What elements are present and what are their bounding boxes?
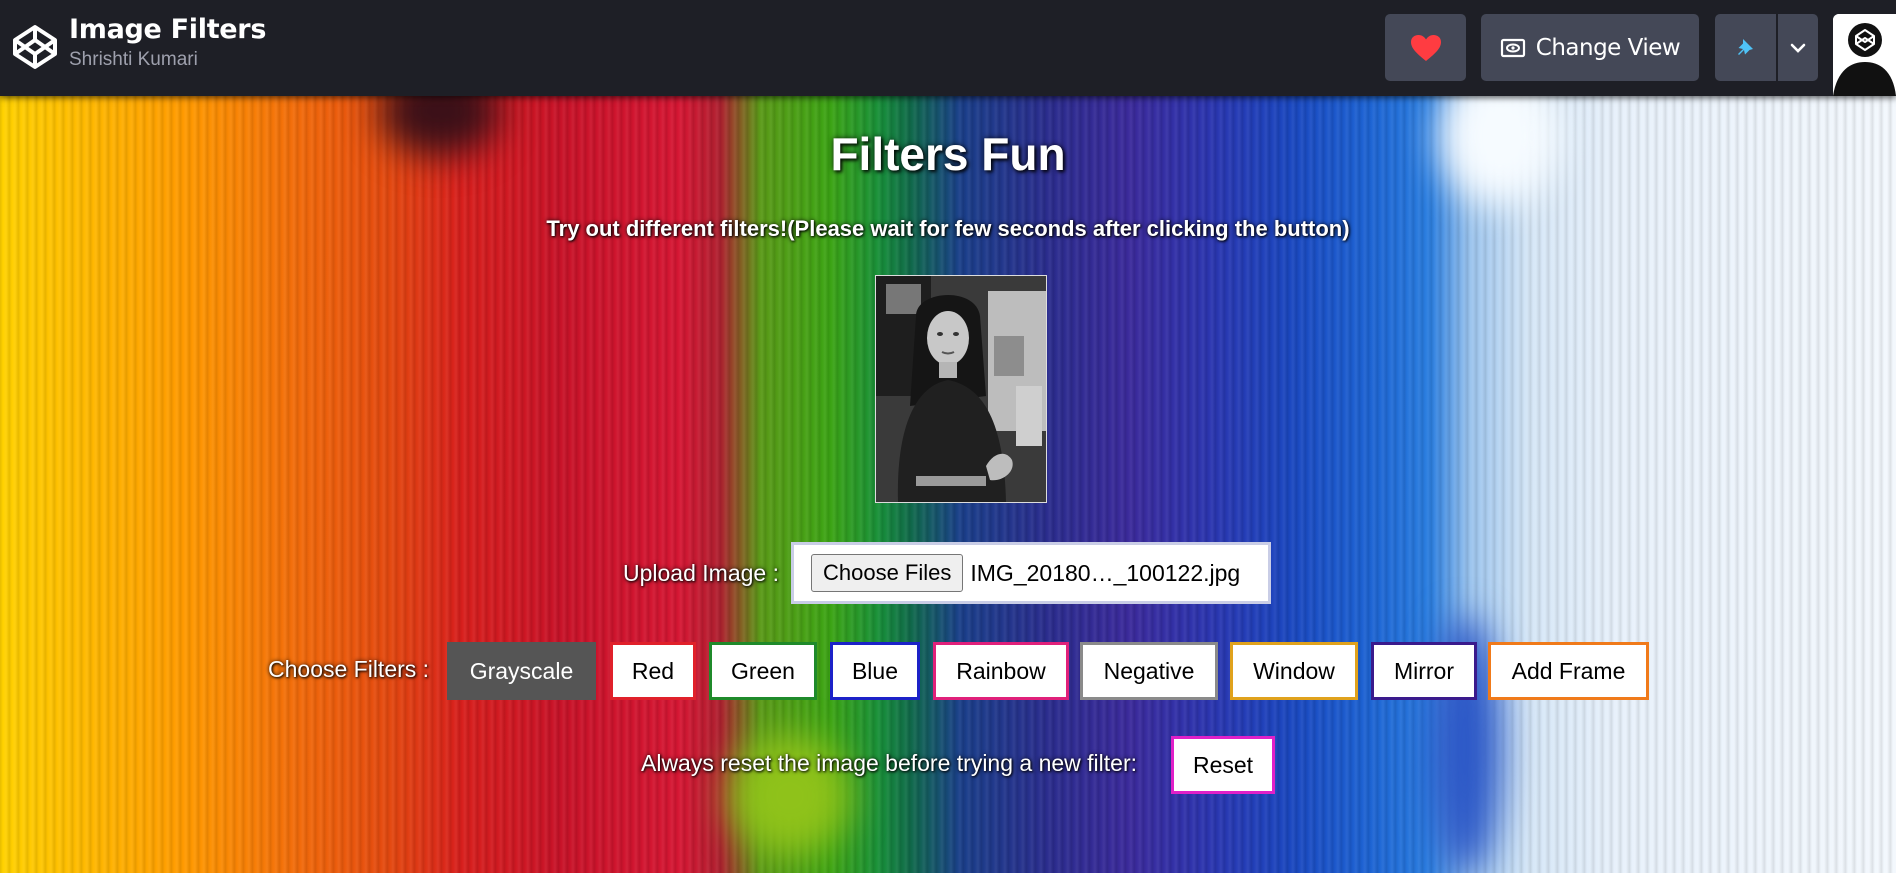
preview-photo (876, 276, 1046, 502)
filter-button-green[interactable]: Green (709, 642, 817, 700)
chevron-down-icon (1790, 43, 1806, 53)
love-button[interactable] (1385, 14, 1466, 81)
filter-button-rainbow[interactable]: Rainbow (933, 642, 1069, 700)
selected-file-name: IMG_20180…_100122.jpg (970, 559, 1241, 586)
pin-button[interactable] (1715, 14, 1776, 81)
preview-image (875, 275, 1047, 503)
avatar-image (1833, 14, 1896, 96)
pen-title[interactable]: Image Filters (69, 14, 266, 45)
filter-button-window[interactable]: Window (1230, 642, 1358, 700)
filter-button-mirror[interactable]: Mirror (1371, 642, 1477, 700)
filter-button-negative[interactable]: Negative (1080, 642, 1218, 700)
choose-files-button[interactable]: Choose Files (810, 554, 964, 592)
filter-button-add-frame[interactable]: Add Frame (1488, 642, 1649, 700)
file-input[interactable]: Choose Files IMG_20180…_100122.jpg (790, 542, 1271, 604)
pin-menu-button[interactable] (1778, 14, 1818, 81)
reset-button[interactable]: Reset (1171, 736, 1275, 794)
pen-author[interactable]: Shrishti Kumari (69, 49, 266, 71)
upload-row: Upload Image : Choose Files IMG_20180…_1… (623, 540, 1271, 606)
upload-label: Upload Image : (623, 559, 779, 586)
filter-button-blue[interactable]: Blue (830, 642, 920, 700)
heart-icon (1410, 34, 1441, 61)
filter-button-grayscale[interactable]: Grayscale (447, 642, 596, 700)
eye-icon (1500, 38, 1525, 57)
codepen-logo-icon[interactable] (12, 24, 58, 70)
page-subtitle: Try out different filters!(Please wait f… (546, 216, 1350, 241)
filters-label: Choose Filters : (268, 656, 430, 682)
pen-title-block: Image Filters Shrishti Kumari (69, 14, 266, 71)
page-heading: Filters Fun (830, 128, 1066, 180)
change-view-button[interactable]: Change View (1481, 14, 1699, 81)
codepen-header: Image Filters Shrishti Kumari Change Vie… (0, 0, 1896, 96)
pin-icon (1737, 38, 1753, 55)
filter-button-red[interactable]: Red (610, 642, 696, 700)
user-avatar[interactable] (1833, 14, 1896, 96)
reset-hint: Always reset the image before trying a n… (641, 750, 1138, 776)
change-view-label: Change View (1535, 34, 1681, 61)
